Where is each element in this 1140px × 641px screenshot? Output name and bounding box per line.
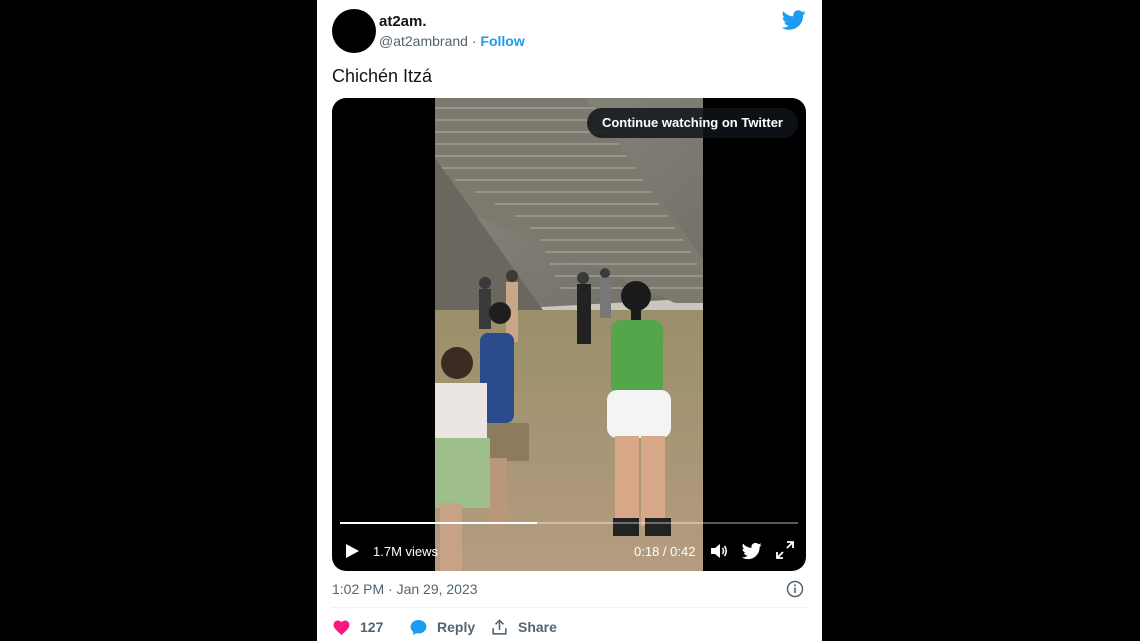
volume-icon[interactable] (709, 541, 729, 561)
avatar[interactable] (332, 9, 376, 53)
like-button[interactable]: 127 (332, 617, 383, 637)
handle-row: @at2ambrand · Follow (379, 33, 525, 49)
tweet-actions: 127 Reply Share (332, 617, 812, 637)
twitter-icon[interactable] (742, 541, 762, 561)
author-name[interactable]: at2am. (379, 13, 427, 30)
reply-label: Reply (437, 619, 476, 635)
tweet-timestamp[interactable]: 1:02 PM · Jan 29, 2023 (332, 581, 478, 597)
video-player[interactable]: Continue watching on Twitter 1.7M views … (332, 98, 806, 571)
twitter-bird-icon[interactable] (782, 8, 806, 32)
reply-button[interactable]: Reply (409, 617, 475, 637)
fullscreen-icon[interactable] (776, 541, 794, 559)
continue-watching-button[interactable]: Continue watching on Twitter (586, 108, 798, 138)
view-count: 1.7M views (373, 544, 439, 559)
tweet-text: Chichén Itzá (332, 66, 433, 86)
author-handle[interactable]: @at2ambrand (379, 33, 468, 49)
tweet-card: at2am. @at2ambrand · Follow Chichén Itzá (317, 0, 822, 641)
heart-icon (333, 620, 350, 635)
video-time: 0:18 / 0:42 (634, 544, 696, 559)
follow-button[interactable]: Follow (480, 33, 524, 49)
video-progress-bar[interactable] (340, 522, 798, 524)
video-progress-fill (340, 522, 537, 524)
play-icon[interactable] (344, 543, 360, 559)
like-count: 127 (360, 619, 384, 635)
share-button[interactable]: Share (490, 617, 557, 637)
divider (332, 607, 807, 608)
reply-icon (410, 619, 427, 635)
video-frame[interactable] (435, 98, 703, 571)
video-controls: 1.7M views 0:18 / 0:42 (332, 536, 806, 566)
video-still (435, 98, 703, 571)
handle-separator: · (467, 33, 481, 49)
info-icon[interactable] (786, 580, 804, 598)
share-icon (492, 618, 507, 635)
share-label: Share (518, 619, 557, 635)
